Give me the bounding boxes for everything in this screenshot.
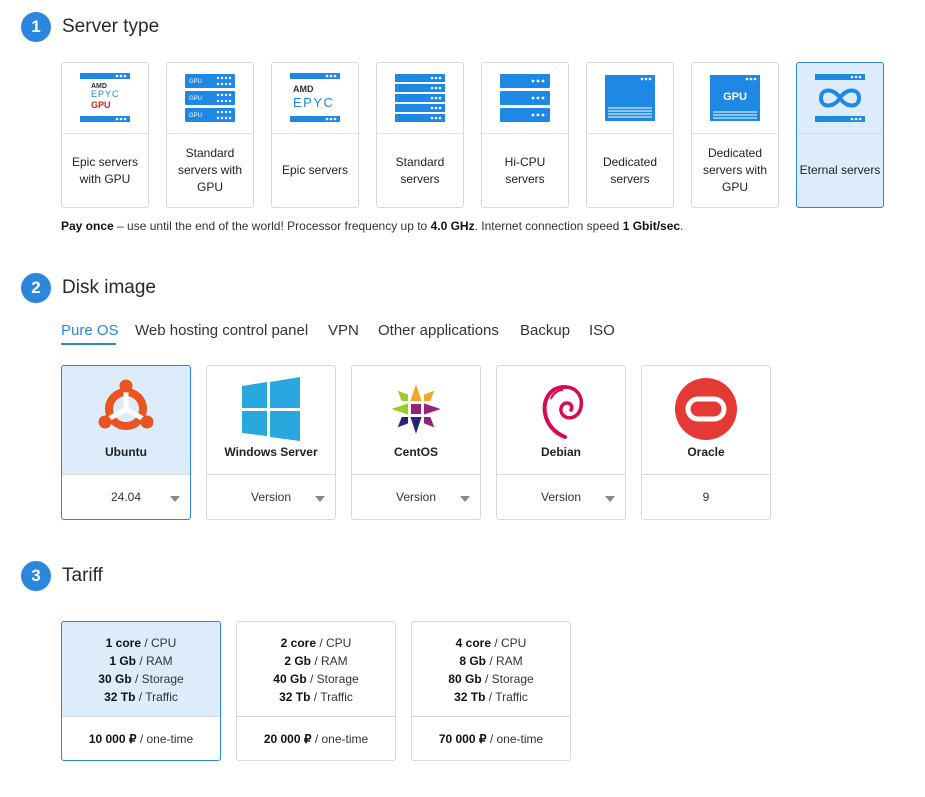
version-dropdown-ubuntu[interactable]: 24.04 xyxy=(62,474,190,519)
os-card-oracle[interactable]: Oracle 9 xyxy=(641,365,771,520)
dedicated-gpu-icon: GPU xyxy=(692,63,778,134)
server-type-label: Standard servers xyxy=(395,154,445,186)
tariff-card-2[interactable]: 2 core / CPU 2 Gb / RAM 40 Gb / Storage … xyxy=(236,621,396,761)
dedicated-server-icon xyxy=(587,63,673,134)
step-3-title: Tariff xyxy=(62,565,103,586)
tab-other-applications[interactable]: Other applications xyxy=(378,322,499,339)
amd-epyc-gpu-icon: AMD EPYC GPU xyxy=(62,63,148,134)
server-type-hi-cpu[interactable]: Hi-CPU servers xyxy=(481,62,569,208)
svg-text:GPU: GPU xyxy=(189,113,202,119)
os-name: Windows Server xyxy=(224,445,318,459)
server-type-label: Epic servers with GPU xyxy=(71,154,139,186)
debian-logo-icon xyxy=(497,374,625,444)
version-display-oracle: 9 xyxy=(642,474,770,519)
server-type-standard[interactable]: Standard servers xyxy=(376,62,464,208)
tab-backup[interactable]: Backup xyxy=(520,322,570,339)
server-type-note: Pay once – use until the end of the worl… xyxy=(61,219,684,233)
server-type-eternal[interactable]: Eternal servers xyxy=(796,62,884,208)
step-2-title: Disk image xyxy=(62,277,156,298)
os-name: Debian xyxy=(540,445,581,459)
tariff-price: 20 000 ₽ / one-time xyxy=(237,716,395,760)
os-card-centos[interactable]: CentOS Version xyxy=(351,365,481,520)
active-tab-indicator xyxy=(61,343,116,345)
os-card-debian[interactable]: Debian Version xyxy=(496,365,626,520)
server-type-dedicated[interactable]: Dedicated servers xyxy=(586,62,674,208)
tab-web-hosting-control-panel[interactable]: Web hosting control panel xyxy=(135,322,308,339)
version-value: 9 xyxy=(702,490,710,504)
server-type-epic[interactable]: AMD EPYC Epic servers xyxy=(271,62,359,208)
tab-iso[interactable]: ISO xyxy=(589,322,615,339)
version-dropdown-windows[interactable]: Version xyxy=(207,474,335,519)
amd-epyc-icon: AMD EPYC xyxy=(272,63,358,134)
svg-text:GPU: GPU xyxy=(91,100,111,110)
server-type-dedicated-gpu[interactable]: GPU Dedicated servers with GPU xyxy=(691,62,779,208)
server-type-label: Dedicated servers xyxy=(602,154,658,186)
tariff-specs: 2 core / CPU 2 Gb / RAM 40 Gb / Storage … xyxy=(273,636,359,704)
svg-text:EPYC: EPYC xyxy=(293,95,334,110)
step-1-badge: 1 xyxy=(21,12,51,42)
tariff-price: 70 000 ₽ / one-time xyxy=(412,716,570,760)
tariff-price: 10 000 ₽ / one-time xyxy=(62,716,220,760)
os-name: CentOS xyxy=(393,445,438,459)
server-rack-icon xyxy=(377,63,463,134)
os-name: Oracle xyxy=(687,445,725,459)
step-2-badge: 2 xyxy=(21,273,51,303)
step-1-title: Server type xyxy=(62,16,160,37)
centos-logo-icon xyxy=(352,374,480,444)
version-dropdown-centos[interactable]: Version xyxy=(352,474,480,519)
tariff-specs: 4 core / CPU 8 Gb / RAM 80 Gb / Storage … xyxy=(448,636,534,704)
server-type-epic-gpu[interactable]: AMD EPYC GPU Epic servers with GPU xyxy=(61,62,149,208)
svg-text:GPU: GPU xyxy=(189,96,202,102)
svg-text:GPU: GPU xyxy=(189,79,202,85)
tariff-specs: 1 core / CPU 1 Gb / RAM 30 Gb / Storage … xyxy=(98,636,184,704)
tab-pure-os[interactable]: Pure OS xyxy=(61,322,119,339)
server-type-label: Hi-CPU servers xyxy=(504,154,546,186)
os-card-windows-server[interactable]: Windows Server Version xyxy=(206,365,336,520)
server-type-label: Dedicated servers with GPU xyxy=(702,146,767,194)
infinity-server-icon xyxy=(797,63,883,134)
tariff-card-1[interactable]: 1 core / CPU 1 Gb / RAM 30 Gb / Storage … xyxy=(61,621,221,761)
svg-text:AMD: AMD xyxy=(293,84,314,94)
tariff-card-3[interactable]: 4 core / CPU 8 Gb / RAM 80 Gb / Storage … xyxy=(411,621,571,761)
os-card-ubuntu[interactable]: Ubuntu 24.04 xyxy=(61,365,191,520)
ubuntu-logo-icon xyxy=(62,374,190,444)
tab-vpn[interactable]: VPN xyxy=(328,322,359,339)
server-type-label: Eternal servers xyxy=(799,163,881,177)
server-type-label: Standard servers with GPU xyxy=(177,146,242,194)
caret-down-icon xyxy=(605,496,615,502)
oracle-logo-icon xyxy=(642,374,770,444)
server-type-label: Epic servers xyxy=(281,163,349,177)
caret-down-icon xyxy=(170,496,180,502)
caret-down-icon xyxy=(315,496,325,502)
windows-logo-icon xyxy=(207,374,335,444)
os-name: Ubuntu xyxy=(105,445,147,459)
server-rack-gpu-icon: GPU GPU GPU xyxy=(167,63,253,134)
svg-text:GPU: GPU xyxy=(723,91,747,103)
caret-down-icon xyxy=(460,496,470,502)
step-3-badge: 3 xyxy=(21,561,51,591)
version-dropdown-debian[interactable]: Version xyxy=(497,474,625,519)
server-rack-icon xyxy=(482,63,568,134)
server-type-standard-gpu[interactable]: GPU GPU GPU Standard servers with GPU xyxy=(166,62,254,208)
svg-text:EPYC: EPYC xyxy=(91,89,120,99)
